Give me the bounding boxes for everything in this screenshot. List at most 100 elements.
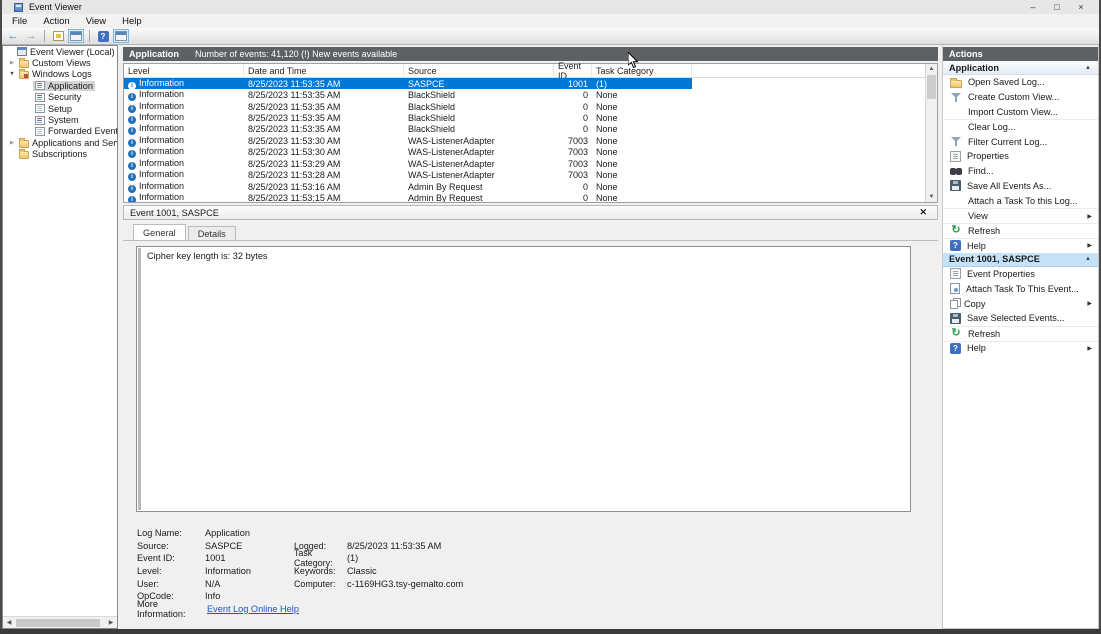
scroll-up-icon[interactable]: ▲ (926, 64, 937, 74)
close-preview-icon[interactable]: ✕ (919, 207, 927, 218)
actions-panel: Actions Application▲Open Saved Log...Cre… (942, 45, 1099, 629)
action-help[interactable]: ?Help▶ (943, 238, 1098, 253)
action-create-custom-view[interactable]: Create Custom View... (943, 90, 1098, 105)
actions-section-application[interactable]: Application ▲ (943, 61, 1098, 75)
column-header-date-and-time[interactable]: Date and Time (244, 64, 404, 77)
table-row[interactable]: iInformation8/25/2023 11:53:35 AMSASPCE1… (124, 78, 692, 89)
event-log-online-help-link[interactable]: Event Log Online Help (207, 604, 299, 614)
column-header-event-id[interactable]: Event ID (554, 64, 592, 77)
table-row[interactable]: iInformation8/25/2023 11:53:16 AMAdmin B… (124, 181, 692, 192)
action-refresh[interactable]: ↻Refresh (943, 326, 1098, 341)
tree-item-system[interactable]: System (3, 114, 117, 125)
window-title: Event Viewer (29, 2, 82, 12)
scrollbar-thumb[interactable] (927, 75, 936, 99)
tree-item-forwarded-events[interactable]: Forwarded Events (3, 126, 117, 137)
forward-button[interactable]: → (23, 29, 39, 43)
preview-tabs: GeneralDetails (123, 223, 236, 240)
tree-item-windows-logs[interactable]: ▼Windows Logs (3, 69, 117, 80)
event-list-scrollbar[interactable]: ▲ ▼ (925, 64, 937, 202)
action-attach-a-task-to-this-log[interactable]: Attach a Task To this Log... (943, 193, 1098, 208)
scroll-right-icon[interactable]: ▶ (105, 619, 117, 626)
table-row[interactable]: iInformation8/25/2023 11:53:15 AMAdmin B… (124, 192, 692, 202)
tree-item-application[interactable]: Application (3, 80, 117, 91)
close-icon[interactable]: × (1069, 0, 1093, 14)
section-title: Application (949, 63, 999, 73)
cell-source: Admin By Request (404, 182, 554, 192)
folder-view-icon (19, 60, 29, 68)
cell-task-category: None (592, 113, 692, 123)
tree-horizontal-scrollbar[interactable]: ◀ ▶ (3, 616, 117, 628)
scroll-left-icon[interactable]: ◀ (3, 619, 15, 626)
menu-item-view[interactable]: View (78, 16, 114, 27)
export-log-button[interactable] (50, 29, 66, 43)
action-help[interactable]: ?Help▶ (943, 341, 1098, 356)
table-row[interactable]: iInformation8/25/2023 11:53:28 AMWAS-Lis… (124, 170, 692, 181)
field-value: N/A (205, 579, 294, 589)
collapse-icon[interactable]: ▲ (1085, 65, 1091, 71)
action-open-saved-log[interactable]: Open Saved Log... (943, 75, 1098, 90)
scroll-down-icon[interactable]: ▼ (926, 192, 937, 202)
action-attach-task-to-this-event[interactable]: Attach Task To This Event... (943, 281, 1098, 296)
tree-item-label: Security (48, 92, 81, 102)
tree-item-security[interactable]: Security (3, 92, 117, 103)
field-label: Event ID: (137, 553, 205, 563)
action-label: Attach a Task To this Log... (968, 196, 1077, 206)
action-label: Create Custom View... (968, 92, 1059, 102)
table-row[interactable]: iInformation8/25/2023 11:53:35 AMBlackSh… (124, 112, 692, 123)
show-console-tree-button[interactable] (68, 29, 84, 43)
tree-item-label: Event Viewer (Local) (30, 47, 115, 57)
minimize-icon[interactable]: – (1021, 0, 1045, 14)
tree-item-subscriptions[interactable]: Subscriptions (3, 149, 117, 160)
tree-item-event-viewer-local[interactable]: Event Viewer (Local) (3, 46, 117, 57)
column-header-task-category[interactable]: Task Category (592, 64, 692, 77)
action-view[interactable]: View▶ (943, 208, 1098, 223)
field-row: Source:SASPCELogged:8/25/2023 11:53:35 A… (137, 540, 927, 553)
tab-general[interactable]: General (133, 224, 186, 240)
table-row[interactable]: iInformation8/25/2023 11:53:35 AMBlackSh… (124, 89, 692, 100)
table-row[interactable]: iInformation8/25/2023 11:53:35 AMBlackSh… (124, 124, 692, 135)
action-label: Help (967, 343, 986, 353)
back-button[interactable]: ← (5, 29, 21, 43)
menu-item-file[interactable]: File (4, 16, 35, 27)
table-row[interactable]: iInformation8/25/2023 11:53:30 AMWAS-Lis… (124, 147, 692, 158)
menu-item-action[interactable]: Action (35, 16, 77, 27)
log-icon (35, 93, 45, 102)
action-find[interactable]: Find... (943, 164, 1098, 179)
table-row[interactable]: iInformation8/25/2023 11:53:30 AMWAS-Lis… (124, 135, 692, 146)
field-value: Application (205, 528, 294, 538)
scrollbar-thumb[interactable] (16, 619, 100, 627)
event-list-header: LevelDate and TimeSourceEvent IDTask Cat… (124, 64, 937, 78)
maximize-icon[interactable]: □ (1045, 0, 1069, 14)
tree-item-applications-and-services-lo[interactable]: ▶Applications and Services Lo (3, 137, 117, 148)
field-label: User: (137, 579, 205, 589)
toolbar: ← → ? (0, 28, 1101, 45)
action-event-properties[interactable]: Event Properties (943, 267, 1098, 282)
tree-item-custom-views[interactable]: ▶Custom Views (3, 57, 117, 68)
action-save-all-events-as[interactable]: Save All Events As... (943, 179, 1098, 194)
column-header-level[interactable]: Level (124, 64, 244, 77)
field-row: Log Name:Application (137, 527, 927, 540)
action-filter-current-log[interactable]: Filter Current Log... (943, 134, 1098, 149)
collapse-icon[interactable]: ▲ (1085, 256, 1091, 262)
action-clear-log[interactable]: Clear Log... (943, 119, 1098, 134)
cell-task-category: None (592, 124, 692, 134)
table-row[interactable]: iInformation8/25/2023 11:53:29 AMWAS-Lis… (124, 158, 692, 169)
action-properties[interactable]: Properties (943, 149, 1098, 164)
tab-details[interactable]: Details (188, 226, 236, 240)
table-row[interactable]: iInformation8/25/2023 11:53:35 AMBlackSh… (124, 101, 692, 112)
action-refresh[interactable]: ↻Refresh (943, 223, 1098, 238)
actions-section-event-1001-saspce[interactable]: Event 1001, SASPCE▲ (943, 253, 1098, 267)
properties-icon (950, 151, 961, 162)
expander-icon[interactable]: ▶ (7, 60, 17, 66)
help-button[interactable]: ? (95, 29, 111, 43)
show-action-pane-button[interactable] (113, 29, 129, 43)
tree-item-setup[interactable]: Setup (3, 103, 117, 114)
expander-icon[interactable]: ▶ (7, 140, 17, 146)
action-import-custom-view[interactable]: Import Custom View... (943, 105, 1098, 120)
cell-source: BlackShield (404, 113, 554, 123)
action-copy[interactable]: Copy▶ (943, 296, 1098, 311)
action-save-selected-events[interactable]: Save Selected Events... (943, 311, 1098, 326)
column-header-source[interactable]: Source (404, 64, 554, 77)
expander-icon[interactable]: ▼ (7, 71, 17, 77)
menu-item-help[interactable]: Help (114, 16, 150, 27)
